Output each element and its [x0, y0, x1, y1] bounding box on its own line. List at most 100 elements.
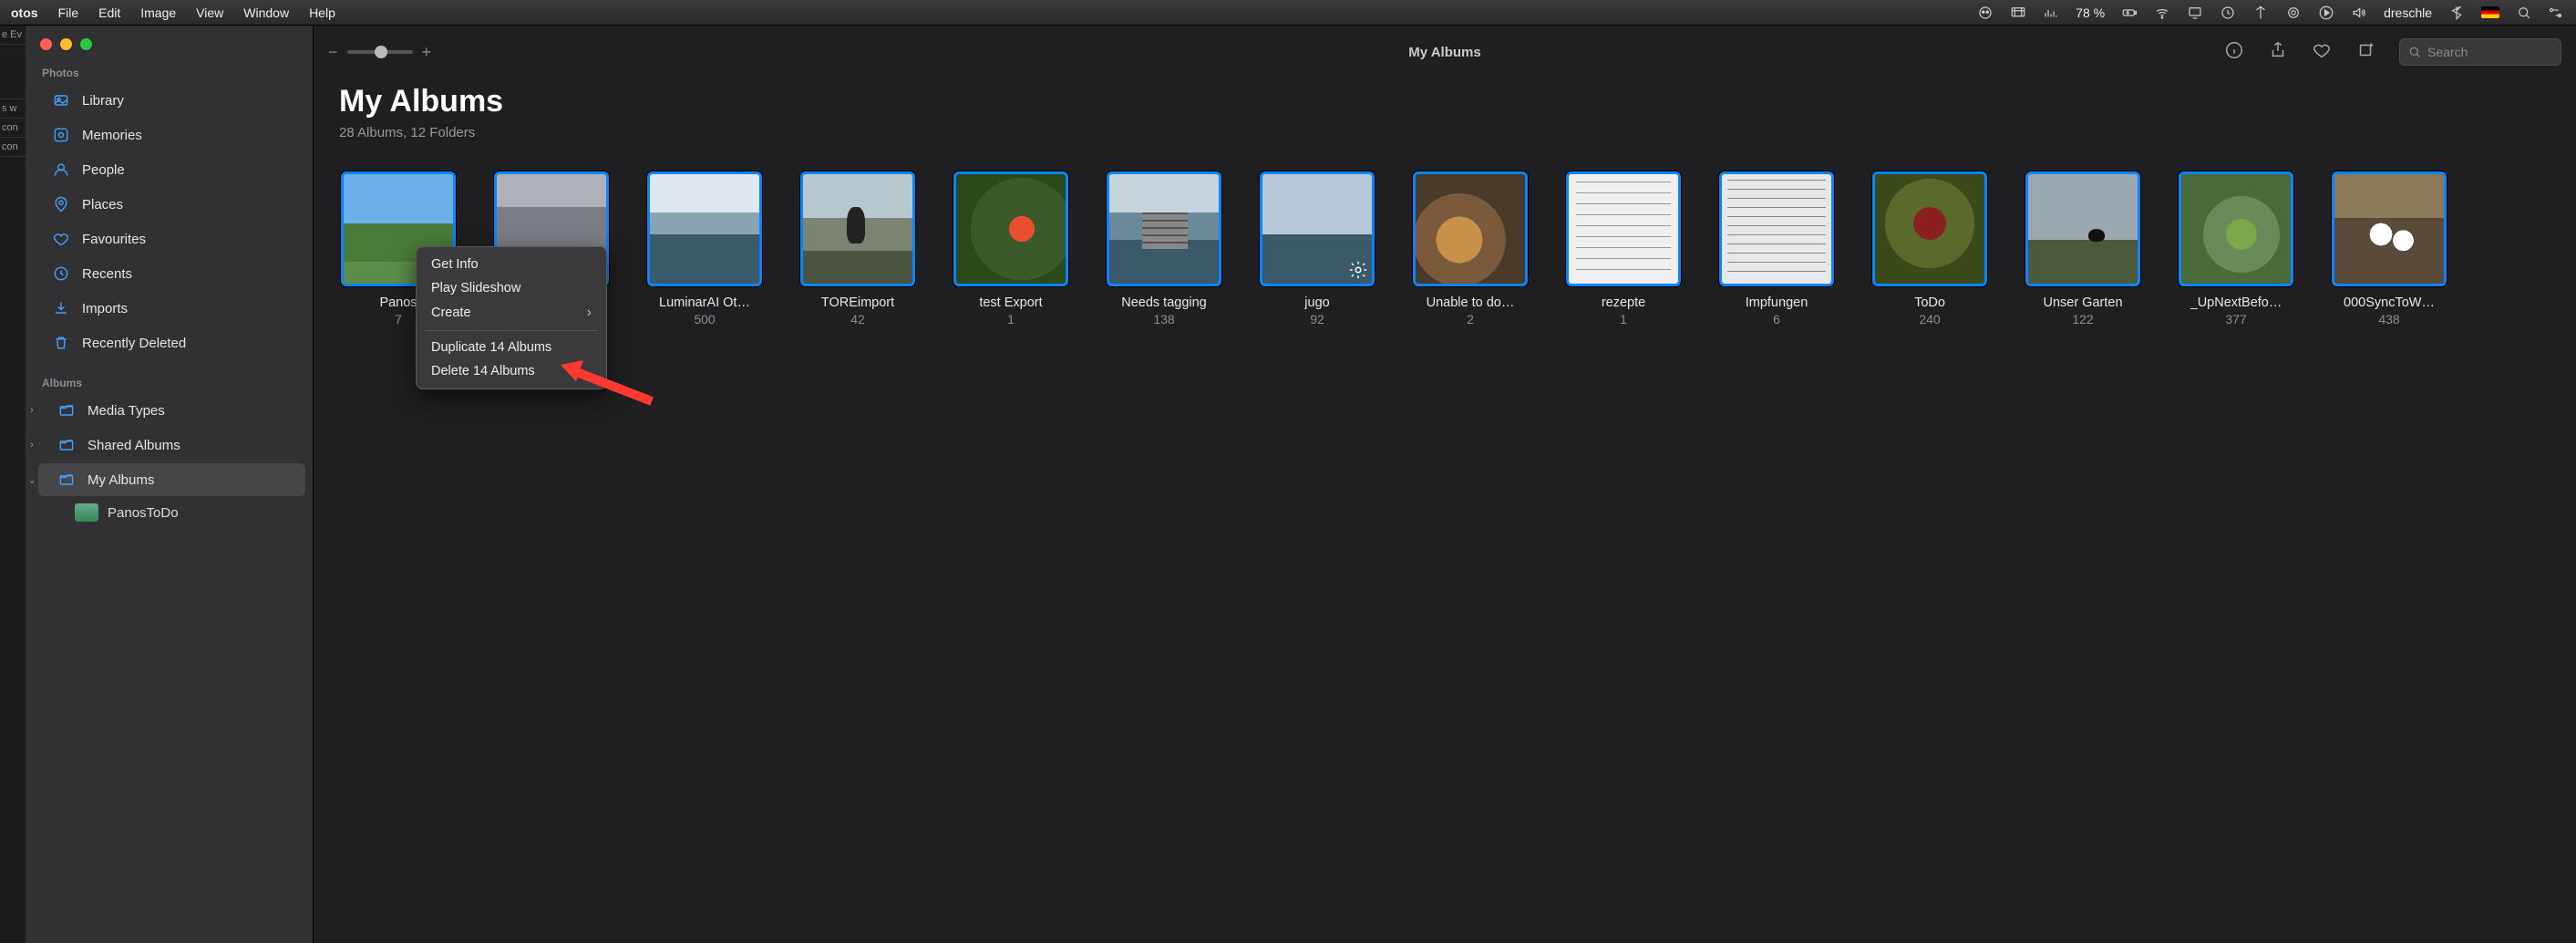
- sidebar-item-label: Media Types: [88, 403, 165, 419]
- ctx-separator: [426, 330, 597, 331]
- flag-de-icon[interactable]: [2481, 6, 2499, 18]
- ctx-play-slideshow[interactable]: Play Slideshow: [417, 276, 606, 300]
- activity-icon[interactable]: [2043, 5, 2059, 21]
- chevron-down-icon[interactable]: ⌄: [26, 474, 38, 486]
- sidebar-item-memories[interactable]: Memories: [33, 119, 305, 151]
- album-cover[interactable]: [2025, 171, 2140, 286]
- album-cover[interactable]: [647, 171, 762, 286]
- spotlight-icon[interactable]: [2516, 5, 2532, 21]
- chevron-right-icon[interactable]: ›: [26, 440, 38, 451]
- airdrop-icon[interactable]: [2285, 5, 2302, 21]
- timemachine-icon[interactable]: [2220, 5, 2236, 21]
- album-cover[interactable]: [1413, 171, 1528, 286]
- zoom-slider[interactable]: [347, 50, 413, 54]
- album-count: 122: [2072, 312, 2093, 326]
- sidebar-item-library[interactable]: Library: [33, 84, 305, 117]
- display-icon[interactable]: [2010, 5, 2026, 21]
- favourite-icon[interactable]: [2312, 40, 2332, 65]
- folder-icon: [57, 400, 77, 420]
- album-item[interactable]: Unable to do…2: [1411, 171, 1530, 326]
- volume-icon[interactable]: [2351, 5, 2367, 21]
- album-count: 438: [2378, 312, 2399, 326]
- menu-file[interactable]: File: [58, 5, 79, 20]
- heart-icon: [51, 229, 71, 249]
- album-cover[interactable]: [1566, 171, 1681, 286]
- screen-icon[interactable]: [2187, 5, 2203, 21]
- search-placeholder: Search: [2427, 45, 2468, 59]
- album-cover[interactable]: [800, 171, 915, 286]
- album-item[interactable]: Impfungen6: [1717, 171, 1836, 326]
- album-item[interactable]: ToDo240: [1870, 171, 1989, 326]
- sidebar-item-recents[interactable]: Recents: [33, 257, 305, 290]
- malware-icon[interactable]: [1977, 5, 1994, 21]
- album-item[interactable]: 000SyncToW…438: [2330, 171, 2448, 326]
- sidebar-item-label: Recents: [82, 266, 132, 282]
- zoom-control: − +: [328, 43, 431, 62]
- page-title: My Albums: [339, 84, 2550, 119]
- sidebar-item-label: My Albums: [88, 472, 154, 488]
- sidebar-child-panostodo[interactable]: PanosToDo: [33, 499, 305, 526]
- menu-image[interactable]: Image: [140, 5, 176, 20]
- album-cover[interactable]: [1719, 171, 1834, 286]
- user-name[interactable]: dreschle: [2384, 5, 2432, 20]
- rotate-icon[interactable]: [2355, 40, 2375, 65]
- ctx-get-info[interactable]: Get Info: [417, 253, 606, 276]
- album-item[interactable]: Needs tagging138: [1105, 171, 1223, 326]
- sidebar-item-label: Favourites: [82, 232, 146, 247]
- zoom-knob[interactable]: [375, 46, 387, 58]
- wifi-icon[interactable]: [2154, 5, 2170, 21]
- ctx-create[interactable]: Create: [417, 300, 606, 326]
- fullscreen-button[interactable]: [80, 38, 92, 50]
- album-item[interactable]: rezepte1: [1564, 171, 1683, 326]
- menu-window[interactable]: Window: [243, 5, 289, 20]
- chevron-right-icon[interactable]: ›: [26, 405, 38, 416]
- info-icon[interactable]: [2224, 40, 2244, 65]
- folder-icon: [57, 470, 77, 490]
- menu-edit[interactable]: Edit: [98, 5, 120, 20]
- tool-icon[interactable]: [2252, 5, 2269, 21]
- album-item[interactable]: _UpNextBefo…377: [2177, 171, 2295, 326]
- album-cover[interactable]: [1107, 171, 1221, 286]
- sidebar-item-favourites[interactable]: Favourites: [33, 223, 305, 255]
- battery-percent[interactable]: 78 %: [2076, 5, 2105, 20]
- menu-view[interactable]: View: [196, 5, 223, 20]
- battery-icon[interactable]: [2121, 5, 2138, 21]
- sidebar-item-imports[interactable]: Imports: [33, 292, 305, 325]
- zoom-in-button[interactable]: +: [422, 43, 432, 62]
- sidebar-item-media-types[interactable]: Media Types: [38, 394, 305, 427]
- album-thumb-icon: [75, 503, 98, 522]
- album-name: Impfungen: [1746, 295, 1808, 310]
- sidebar-item-recently-deleted[interactable]: Recently Deleted: [33, 326, 305, 359]
- share-icon[interactable]: [2268, 40, 2288, 65]
- album-cover[interactable]: [1260, 171, 1375, 286]
- nowplaying-icon[interactable]: [2318, 5, 2334, 21]
- ctx-delete[interactable]: Delete 14 Albums: [417, 359, 606, 383]
- album-count: 2: [1467, 312, 1474, 326]
- sidebar-item-my-albums[interactable]: My Albums: [38, 463, 305, 496]
- album-cover[interactable]: [953, 171, 1068, 286]
- album-item[interactable]: LuminarAI Ot…500: [645, 171, 764, 326]
- toolbar: − + My Albums Search: [314, 26, 2576, 78]
- menu-help[interactable]: Help: [309, 5, 335, 20]
- sidebar-item-people[interactable]: People: [33, 153, 305, 186]
- close-button[interactable]: [40, 38, 52, 50]
- background-window-strip: e Ev s w con con: [0, 26, 26, 943]
- album-count: 138: [1153, 312, 1174, 326]
- control-center-icon[interactable]: [2549, 5, 2565, 21]
- bluetooth-icon[interactable]: [2448, 5, 2465, 21]
- album-item[interactable]: TOREimport42: [799, 171, 917, 326]
- album-cover[interactable]: [2332, 171, 2447, 286]
- sidebar-item-label: Shared Albums: [88, 438, 180, 453]
- sidebar-item-shared-albums[interactable]: Shared Albums: [38, 429, 305, 461]
- album-item[interactable]: Unser Garten122: [2024, 171, 2142, 326]
- album-cover[interactable]: [2179, 171, 2293, 286]
- sidebar-item-places[interactable]: Places: [33, 188, 305, 221]
- album-item[interactable]: jugo92: [1258, 171, 1376, 326]
- zoom-out-button[interactable]: −: [328, 43, 338, 62]
- ctx-duplicate[interactable]: Duplicate 14 Albums: [417, 336, 606, 359]
- search-field[interactable]: Search: [2399, 38, 2561, 66]
- album-name: jugo: [1304, 295, 1329, 310]
- album-cover[interactable]: [1872, 171, 1987, 286]
- album-item[interactable]: test Export1: [952, 171, 1070, 326]
- minimize-button[interactable]: [60, 38, 72, 50]
